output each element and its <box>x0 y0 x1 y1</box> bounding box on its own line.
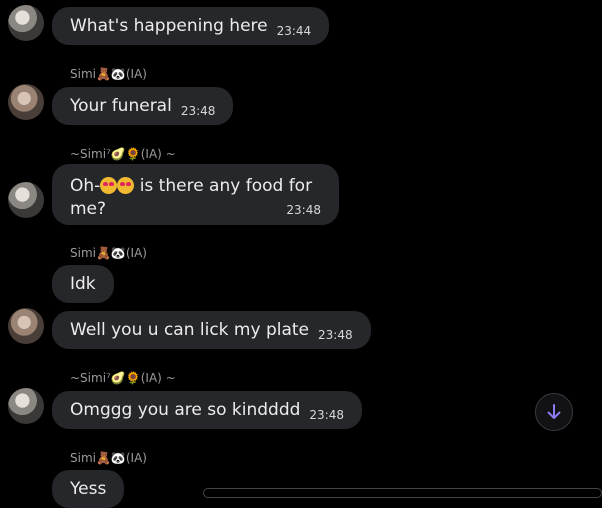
message-time: 23:44 <box>276 24 312 38</box>
message-time: 23:48 <box>286 203 321 217</box>
message-time: 23:48 <box>309 408 345 422</box>
message-bubble: Idk <box>52 265 114 303</box>
sender-name[interactable]: ~Simi⁷🥑🌻(IA) ~ <box>70 147 176 161</box>
message-text: What's happening here <box>70 16 268 36</box>
avatar[interactable] <box>8 388 44 424</box>
message-text: Omggg you are so kindddd <box>70 400 301 420</box>
message-bubble: Yess <box>52 470 125 508</box>
message-text: Yess <box>70 479 107 499</box>
message-input[interactable] <box>203 488 602 498</box>
message-text: Idk <box>70 274 96 294</box>
message-bubble: What's happening here 23:44 <box>52 7 330 45</box>
sender-name[interactable]: Simi🧸🐼(IA) <box>70 246 147 260</box>
avatar[interactable] <box>8 308 44 344</box>
message-text: Well you u can lick my plate <box>70 320 310 340</box>
avatar[interactable] <box>8 182 44 218</box>
avatar[interactable] <box>8 84 44 120</box>
message-text-start: Oh- <box>70 176 101 196</box>
sender-name[interactable]: Simi🧸🐼(IA) <box>70 67 147 81</box>
sender-name[interactable]: ~Simi⁷🥑🌻(IA) ~ <box>70 371 176 385</box>
sender-name[interactable]: Simi🧸🐼(IA) <box>70 451 147 465</box>
message-bubble: Oh- is there any food for me? 23:48 <box>52 164 339 225</box>
message-bubble: Your funeral 23:48 <box>52 87 234 125</box>
avatar[interactable] <box>8 5 44 41</box>
heart-eyes-emoji-icon <box>100 177 118 194</box>
message-bubble: Omggg you are so kindddd 23:48 <box>52 391 363 429</box>
scroll-to-bottom-button[interactable] <box>535 393 573 431</box>
message-bubble: Well you u can lick my plate 23:48 <box>52 311 371 349</box>
message-time: 23:48 <box>318 328 353 342</box>
arrow-down-icon <box>547 404 561 419</box>
message-text: Your funeral <box>70 96 172 116</box>
message-time: 23:48 <box>180 104 216 118</box>
heart-eyes-emoji-icon <box>117 177 135 194</box>
